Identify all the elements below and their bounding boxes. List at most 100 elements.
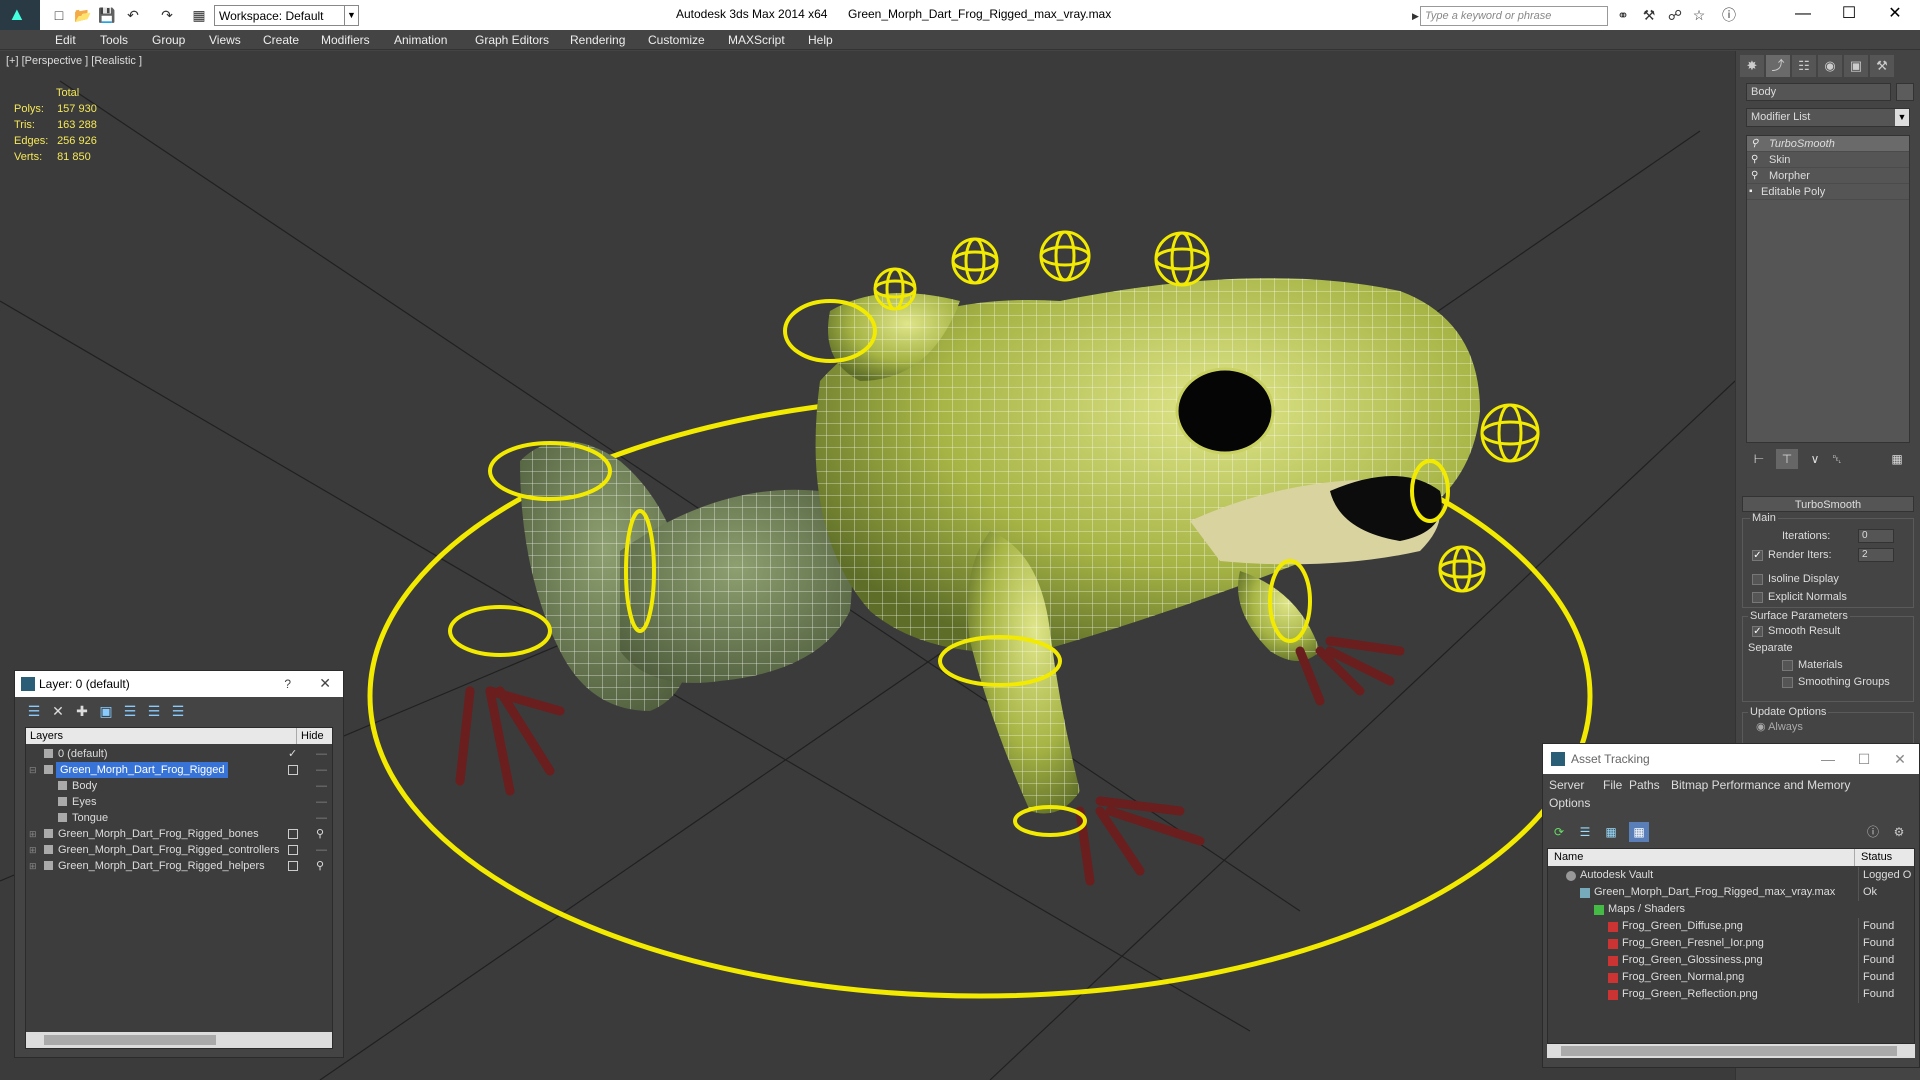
delete-layer-icon[interactable]: ✕ — [49, 702, 67, 720]
expand-icon[interactable]: ⊞ — [29, 858, 37, 874]
render-toggle[interactable]: — — [316, 794, 327, 810]
menu-modifiers[interactable]: Modifiers — [321, 33, 370, 47]
project-folder-icon[interactable]: ▦ — [190, 6, 208, 24]
layer-row[interactable]: ⊟ Green_Morph_Dart_Frog_Rigged — — [26, 762, 332, 778]
configure-sets-icon[interactable]: ▦ — [1886, 449, 1908, 469]
column-status[interactable]: Status — [1854, 849, 1892, 866]
render-iters-spinner[interactable]: 2 — [1858, 548, 1894, 562]
new-file-icon[interactable]: □ — [50, 6, 68, 24]
iterations-spinner[interactable]: 0 — [1858, 529, 1894, 543]
layer-row[interactable]: 0 (default) ✓ — — [26, 746, 332, 762]
render-toggle[interactable]: — — [316, 778, 327, 794]
close-icon[interactable]: ✕ — [1872, 0, 1918, 30]
explicit-normals-checkbox[interactable] — [1752, 592, 1763, 603]
rollout-header[interactable]: TurboSmooth — [1742, 496, 1914, 512]
asset-row[interactable]: Frog_Green_Reflection.png Found — [1548, 986, 1914, 1003]
tree-view-icon[interactable]: ▦ — [1601, 822, 1621, 842]
binoculars-icon[interactable]: ⚭ — [1614, 6, 1632, 24]
render-toggle[interactable]: — — [316, 762, 327, 778]
remove-modifier-icon[interactable]: ␡ — [1826, 449, 1848, 469]
lightbulb-icon[interactable]: ⚲ — [1751, 154, 1761, 166]
hide-toggle[interactable] — [288, 845, 298, 855]
menu-rendering[interactable]: Rendering — [570, 33, 625, 47]
render-iters-checkbox[interactable]: ✓ — [1752, 550, 1763, 561]
close-icon[interactable]: ✕ — [1885, 748, 1915, 770]
smoothing-groups-checkbox[interactable] — [1782, 677, 1793, 688]
collapse-icon[interactable]: ⊟ — [29, 762, 37, 778]
column-name[interactable]: Name — [1554, 851, 1583, 863]
maximize-icon[interactable]: ☐ — [1826, 0, 1872, 30]
asset-row[interactable]: Maps / Shaders — [1548, 901, 1914, 918]
menu-create[interactable]: Create — [263, 33, 299, 47]
menu-bitmap-performance[interactable]: Bitmap Performance and Memory — [1671, 778, 1850, 792]
expand-icon[interactable]: ⊞ — [29, 826, 37, 842]
scrollbar-thumb[interactable] — [44, 1035, 216, 1045]
open-file-icon[interactable]: 📂 — [74, 6, 92, 24]
list-view-icon[interactable]: ☰ — [1575, 822, 1595, 842]
pin-stack-icon[interactable]: ⊢ — [1748, 449, 1770, 469]
key-icon[interactable]: ☍ — [1666, 6, 1684, 24]
menu-customize[interactable]: Customize — [648, 33, 705, 47]
make-unique-icon[interactable]: ∨ — [1804, 449, 1826, 469]
save-icon[interactable]: 💾 — [98, 6, 116, 24]
layer-row[interactable]: ⊞ Green_Morph_Dart_Frog_Rigged_helpers ⚲ — [26, 858, 332, 874]
column-layers[interactable]: Layers — [30, 730, 63, 742]
horizontal-scrollbar[interactable] — [26, 1032, 332, 1048]
render-toggle[interactable]: — — [316, 810, 327, 826]
close-icon[interactable]: ✕ — [319, 675, 331, 692]
menu-file[interactable]: File — [1603, 778, 1622, 792]
help-icon[interactable]: ⓘ — [1863, 822, 1883, 842]
highlight-layer-icon[interactable]: ☰ — [121, 702, 139, 720]
stack-item-skin[interactable]: ⚲ Skin — [1747, 152, 1909, 168]
isoline-checkbox[interactable] — [1752, 574, 1763, 585]
create-layer-icon[interactable]: ☰ — [25, 702, 43, 720]
lightbulb-icon[interactable]: ⚲ — [1751, 170, 1761, 182]
viewport-label[interactable]: [+] [Perspective ] [Realistic ] — [6, 55, 142, 67]
smooth-result-checkbox[interactable]: ✓ — [1752, 626, 1763, 637]
redo-icon[interactable]: ↷ — [158, 6, 176, 24]
help-icon[interactable]: ⓘ — [1720, 6, 1738, 24]
hierarchy-tab-icon[interactable]: ☷ — [1792, 55, 1816, 77]
select-objects-icon[interactable]: ▣ — [97, 702, 115, 720]
star-icon[interactable]: ☆ — [1690, 6, 1708, 24]
menu-maxscript[interactable]: MAXScript — [728, 33, 785, 47]
tools-icon[interactable]: ⚒ — [1640, 6, 1658, 24]
always-radio[interactable]: ◉ Always — [1756, 720, 1803, 733]
asset-row[interactable]: Autodesk Vault Logged O — [1548, 867, 1914, 884]
stack-item-editable-poly[interactable]: ▪ Editable Poly — [1747, 184, 1909, 200]
menu-paths[interactable]: Paths — [1629, 778, 1660, 792]
utilities-tab-icon[interactable]: ⚒ — [1870, 55, 1894, 77]
horizontal-scrollbar[interactable] — [1547, 1044, 1915, 1058]
asset-row[interactable]: Green_Morph_Dart_Frog_Rigged_max_vray.ma… — [1548, 884, 1914, 901]
refresh-icon[interactable]: ⟳ — [1549, 822, 1569, 842]
object-name-field[interactable]: Body — [1746, 83, 1891, 101]
menu-animation[interactable]: Animation — [394, 33, 447, 47]
expand-icon[interactable]: ▪ — [1749, 186, 1759, 198]
search-input[interactable]: Type a keyword or phrase — [1420, 6, 1608, 26]
minimize-icon[interactable]: — — [1780, 0, 1826, 30]
create-tab-icon[interactable]: ✸ — [1740, 55, 1764, 77]
object-color-swatch[interactable] — [1896, 83, 1914, 101]
minimize-icon[interactable]: — — [1813, 748, 1843, 770]
freeze-all-icon[interactable]: ☰ — [169, 702, 187, 720]
undo-icon[interactable]: ↶ — [124, 6, 142, 24]
column-hide[interactable]: Hide — [296, 728, 332, 744]
menu-options[interactable]: Options — [1549, 796, 1590, 810]
layer-row[interactable]: ⊞ Green_Morph_Dart_Frog_Rigged_bones ⚲ — [26, 826, 332, 842]
menu-tools[interactable]: Tools — [100, 33, 128, 47]
menu-views[interactable]: Views — [209, 33, 241, 47]
stack-item-morpher[interactable]: ⚲ Morpher — [1747, 168, 1909, 184]
menu-graph-editors[interactable]: Graph Editors — [475, 33, 549, 47]
maximize-icon[interactable]: ☐ — [1849, 748, 1879, 770]
hide-toggle[interactable] — [288, 861, 298, 871]
materials-checkbox[interactable] — [1782, 660, 1793, 671]
hide-toggle[interactable] — [288, 829, 298, 839]
stack-item-turbosmooth[interactable]: ⚲ TurboSmooth — [1747, 136, 1909, 152]
hide-toggle[interactable] — [288, 765, 298, 775]
menu-edit[interactable]: Edit — [55, 33, 76, 47]
ankle-controller[interactable] — [448, 605, 552, 657]
add-to-layer-icon[interactable]: ✚ — [73, 702, 91, 720]
expand-icon[interactable]: ⊞ — [29, 842, 37, 858]
modify-tab-icon[interactable]: ⤴ — [1766, 55, 1790, 77]
scrollbar-thumb[interactable] — [1561, 1046, 1897, 1056]
